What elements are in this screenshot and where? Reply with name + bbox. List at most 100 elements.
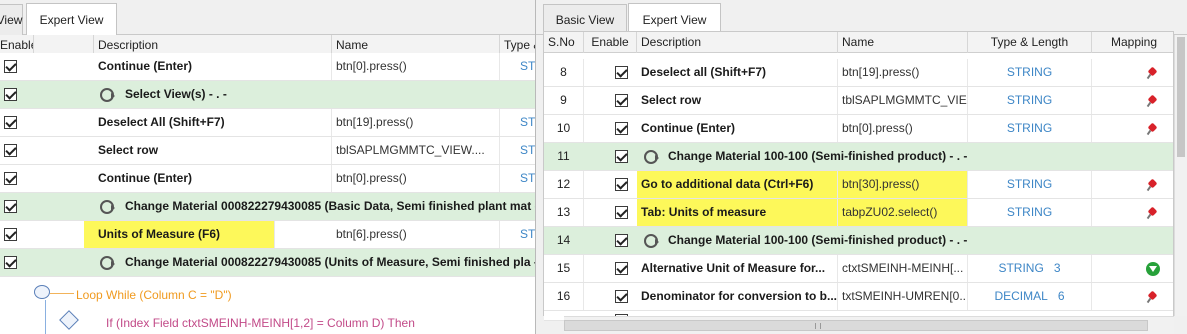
tab-basic-view[interactable]: View [0, 4, 23, 35]
table-row[interactable]: 10 Continue (Enter) btn[0].press() STRIN… [544, 115, 1173, 143]
table-row[interactable]: Units of Measure (F6) btn[6].press() STI [0, 221, 535, 249]
table-row[interactable]: Continue (Enter) btn[0].press() STI [0, 53, 535, 81]
row-name: tblSAPLMGMMTC_VIE... [838, 87, 968, 114]
screen-group-icon [100, 200, 115, 214]
scroll-grip-icon [815, 323, 821, 329]
loop-connector [45, 300, 46, 334]
mapping-pin-icon[interactable] [1147, 95, 1159, 107]
enable-checkbox[interactable] [615, 178, 628, 191]
vertical-scrollbar[interactable] [1174, 35, 1187, 316]
row-description: Continue (Enter) [94, 53, 332, 80]
enable-checkbox[interactable] [4, 116, 17, 129]
horizontal-scroll-thumb[interactable] [564, 320, 1148, 331]
group-row[interactable]: 14 Change Material 100-100 (Semi-finishe… [544, 227, 1173, 255]
group-description: Change Material 100-100 (Semi-finished p… [668, 233, 968, 247]
table-row[interactable]: 13 Tab: Units of measure tabpZU02.select… [544, 199, 1173, 227]
header-mapping[interactable]: Mapping [1092, 32, 1176, 53]
enable-checkbox[interactable] [4, 172, 17, 185]
enable-checkbox[interactable] [4, 228, 17, 241]
row-type: STRING [968, 171, 1092, 198]
table-row[interactable]: Continue (Enter) btn[0].press() STI [0, 165, 535, 193]
loop-step-label[interactable]: Loop While (Column C = "D") [76, 288, 232, 302]
table-row[interactable]: Select row tblSAPLMGMMTC_VIEW.... STI [0, 137, 535, 165]
row-sno: 15 [544, 255, 584, 282]
tab-expert-view[interactable]: Expert View [26, 3, 117, 36]
header-name[interactable]: Name [838, 32, 968, 53]
row-type: STI [500, 221, 535, 248]
row-type: STRING [968, 115, 1092, 142]
table-row[interactable]: 9 Select row tblSAPLMGMMTC_VIE... STRING [544, 87, 1173, 115]
loop-icon[interactable] [34, 285, 50, 299]
enable-checkbox[interactable] [615, 66, 628, 79]
table-row[interactable]: Deselect All (Shift+F7) btn[19].press() … [0, 109, 535, 137]
group-row[interactable]: Change Material 000822279430085 (Units o… [0, 249, 535, 277]
group-row[interactable]: Change Material 000822279430085 (Basic D… [0, 193, 535, 221]
row-name: tabpZU02.select() [838, 199, 968, 226]
row-description: Continue (Enter) [637, 115, 838, 142]
horizontal-scrollbar[interactable] [564, 316, 1174, 334]
row-type: DECIMAL 6 [968, 283, 1092, 310]
mapping-pin-icon[interactable] [1147, 179, 1159, 191]
if-icon[interactable] [59, 310, 79, 330]
left-panel: View Expert View Enable Description Name… [0, 0, 536, 334]
right-tabbar: Basic View Expert View [536, 0, 1187, 36]
enable-checkbox[interactable] [615, 262, 628, 275]
row-sno: 16 [544, 283, 584, 310]
row-description: Alternative Unit of Measure for... [637, 255, 838, 282]
row-name: ctxtSMEINH-MEINH[... [838, 255, 968, 282]
enable-checkbox[interactable] [615, 290, 628, 303]
if-step-label[interactable]: If (Index Field ctxtSMEINH-MEINH[1,2] = … [106, 316, 415, 330]
row-type: STRING [968, 199, 1092, 226]
enable-checkbox[interactable] [4, 88, 17, 101]
row-sno: 14 [556, 233, 571, 247]
enable-checkbox[interactable] [4, 60, 17, 73]
row-type: STI [500, 165, 535, 192]
row-description: Select row [637, 87, 838, 114]
header-sno[interactable]: S.No [544, 32, 584, 53]
vertical-scroll-thumb[interactable] [1177, 37, 1185, 157]
row-sno: 13 [544, 199, 584, 226]
row-sno: 10 [544, 115, 584, 142]
row-type: STI [500, 137, 535, 164]
left-tabbar: View Expert View [0, 0, 535, 36]
mapping-pin-icon[interactable] [1147, 291, 1159, 303]
row-description: Continue (Enter) [94, 165, 332, 192]
row-type: STI [500, 109, 535, 136]
table-row[interactable]: 15 Alternative Unit of Measure for... ct… [544, 255, 1173, 283]
header-type-length[interactable]: Type & Length [968, 32, 1092, 53]
mapping-down-arrow-icon[interactable] [1146, 262, 1160, 276]
table-row[interactable]: 12 Go to additional data (Ctrl+F6) btn[3… [544, 171, 1173, 199]
row-sno: 9 [544, 87, 584, 114]
screen-group-icon [100, 256, 115, 270]
right-grid: S.No Enable Description Name Type & Leng… [543, 31, 1174, 321]
row-name: btn[6].press() [332, 221, 500, 248]
group-row[interactable]: 11 Change Material 100-100 (Semi-finishe… [544, 143, 1173, 171]
enable-checkbox[interactable] [4, 256, 17, 269]
row-description: Denominator for conversion to b... [637, 283, 838, 310]
row-description: Deselect All (Shift+F7) [94, 109, 332, 136]
header-enable[interactable]: Enable [584, 32, 637, 53]
enable-checkbox[interactable] [615, 150, 628, 163]
mapping-pin-icon[interactable] [1147, 67, 1159, 79]
row-type: STRING [968, 59, 1092, 86]
enable-checkbox[interactable] [615, 122, 628, 135]
mapping-pin-icon[interactable] [1147, 123, 1159, 135]
screen-group-icon [100, 88, 115, 102]
right-grid-header: S.No Enable Description Name Type & Leng… [544, 32, 1173, 53]
group-row[interactable]: Select View(s) - . - [0, 81, 535, 109]
row-name: txtSMEINH-UMREN[0... [838, 283, 968, 310]
header-description[interactable]: Description [637, 32, 838, 53]
table-row[interactable]: 8 Deselect all (Shift+F7) btn[19].press(… [544, 59, 1173, 87]
table-row[interactable]: 16 Denominator for conversion to b... tx… [544, 283, 1173, 311]
enable-checkbox[interactable] [4, 144, 17, 157]
row-name: btn[30].press() [838, 171, 968, 198]
enable-checkbox[interactable] [615, 234, 628, 247]
enable-checkbox[interactable] [615, 94, 628, 107]
row-description: Select row [94, 137, 332, 164]
row-name: btn[19].press() [838, 59, 968, 86]
enable-checkbox[interactable] [615, 206, 628, 219]
row-type: STRING [968, 87, 1092, 114]
mapping-pin-icon[interactable] [1147, 207, 1159, 219]
row-name: btn[0].press() [332, 53, 500, 80]
enable-checkbox[interactable] [4, 200, 17, 213]
